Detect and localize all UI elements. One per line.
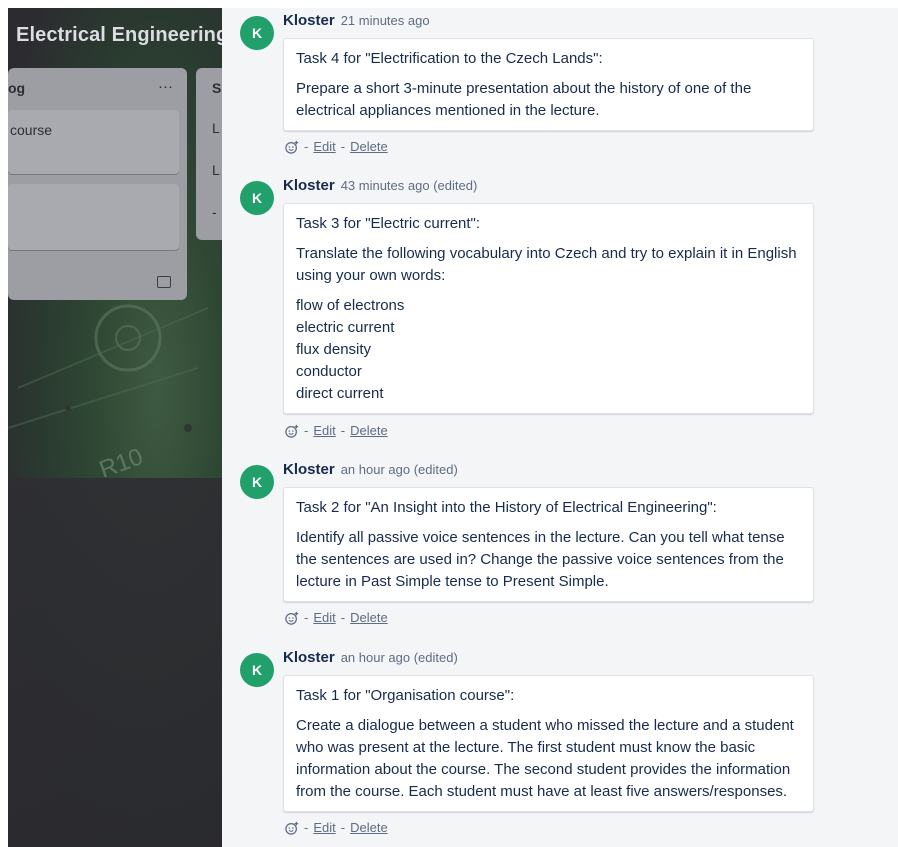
delete-link[interactable]: Delete (350, 610, 388, 625)
comment-line: Task 2 for "An Insight into the History … (296, 499, 717, 516)
comment-meta: Kloster an hour ago (edited) (283, 649, 458, 667)
list-header[interactable]: og (8, 80, 25, 96)
comment-body: Task 3 for "Electric current": Translate… (283, 203, 814, 414)
delete-link[interactable]: Delete (350, 139, 388, 154)
separator: - (340, 610, 346, 625)
card-title[interactable]: - (212, 204, 217, 220)
card-title: course (10, 122, 53, 138)
copy-icon[interactable] (157, 276, 171, 288)
edit-link[interactable]: Edit (313, 139, 335, 154)
edit-link[interactable]: Edit (313, 820, 335, 835)
list-column: S L L - (196, 68, 222, 240)
separator: - (304, 610, 309, 625)
vocab-list: flow of electrons electric current flux … (296, 295, 801, 405)
add-reaction-icon[interactable] (285, 821, 299, 835)
separator: - (304, 820, 309, 835)
delete-link[interactable]: Delete (350, 423, 388, 438)
card-title[interactable]: L (212, 120, 220, 136)
avatar[interactable]: K (240, 653, 274, 687)
vocab-item: electric current (296, 319, 395, 336)
separator: - (340, 139, 346, 154)
comment-actions: - Edit - Delete (285, 820, 388, 835)
comment-author[interactable]: Kloster (283, 461, 335, 478)
list-card[interactable]: course (8, 110, 179, 174)
separator: - (340, 423, 346, 438)
edit-link[interactable]: Edit (313, 423, 335, 438)
comment-author[interactable]: Kloster (283, 177, 335, 194)
comment-line: Prepare a short 3-minute presentation ab… (296, 80, 752, 119)
board-shadow (8, 478, 222, 847)
vocab-item: conductor (296, 363, 362, 380)
comment-line: Task 1 for "Organisation course": (296, 687, 515, 704)
comment-line: Task 3 for "Electric current": (296, 215, 481, 232)
add-reaction-icon[interactable] (285, 424, 299, 438)
add-reaction-icon[interactable] (285, 611, 299, 625)
svg-text:R10: R10 (96, 443, 147, 478)
comment-body: Task 2 for "An Insight into the History … (283, 487, 814, 602)
add-reaction-icon[interactable] (285, 140, 299, 154)
comment-actions: - Edit - Delete (285, 423, 388, 438)
comment-actions: - Edit - Delete (285, 139, 388, 154)
comment-time[interactable]: an hour ago (edited) (341, 650, 458, 665)
vocab-item: flux density (296, 341, 372, 358)
comment-meta: Kloster 21 minutes ago (283, 12, 430, 30)
comment-meta: Kloster an hour ago (edited) (283, 461, 458, 479)
vocab-item: flow of electrons (296, 297, 405, 314)
avatar[interactable]: K (240, 181, 274, 215)
separator: - (304, 423, 309, 438)
list-column: og ··· course (8, 68, 187, 300)
comment-line: Create a dialogue between a student who … (296, 717, 794, 800)
comment-body: Task 1 for "Organisation course": Create… (283, 675, 814, 812)
avatar[interactable]: K (240, 16, 274, 50)
vocab-item: direct current (296, 385, 384, 402)
comment-time[interactable]: 43 minutes ago (edited) (341, 178, 478, 193)
edit-link[interactable]: Edit (313, 610, 335, 625)
list-menu-button[interactable]: ··· (158, 78, 173, 95)
board-background: R10 Electrical Engineering og ··· course… (8, 8, 222, 847)
comment-author[interactable]: Kloster (283, 649, 335, 666)
comment-author[interactable]: Kloster (283, 12, 335, 29)
separator: - (340, 820, 346, 835)
comment-line: Translate the following vocabulary into … (296, 245, 797, 284)
list-header[interactable]: S (212, 80, 221, 96)
avatar[interactable]: K (240, 465, 274, 499)
separator: - (304, 139, 309, 154)
comment-line: Task 4 for "Electrification to the Czech… (296, 50, 603, 67)
comments-panel: K Kloster 21 minutes ago Task 4 for "Elec… (222, 8, 898, 847)
comment-meta: Kloster 43 minutes ago (edited) (283, 177, 477, 195)
comment-time[interactable]: 21 minutes ago (341, 13, 430, 28)
list-card[interactable] (8, 184, 179, 250)
comment-actions: - Edit - Delete (285, 610, 388, 625)
board-title[interactable]: Electrical Engineering (16, 24, 222, 47)
card-title[interactable]: L (212, 162, 220, 178)
comment-body: Task 4 for "Electrification to the Czech… (283, 38, 814, 131)
delete-link[interactable]: Delete (350, 820, 388, 835)
comment-time[interactable]: an hour ago (edited) (341, 462, 458, 477)
comment-line: Identify all passive voice sentences in … (296, 529, 785, 590)
